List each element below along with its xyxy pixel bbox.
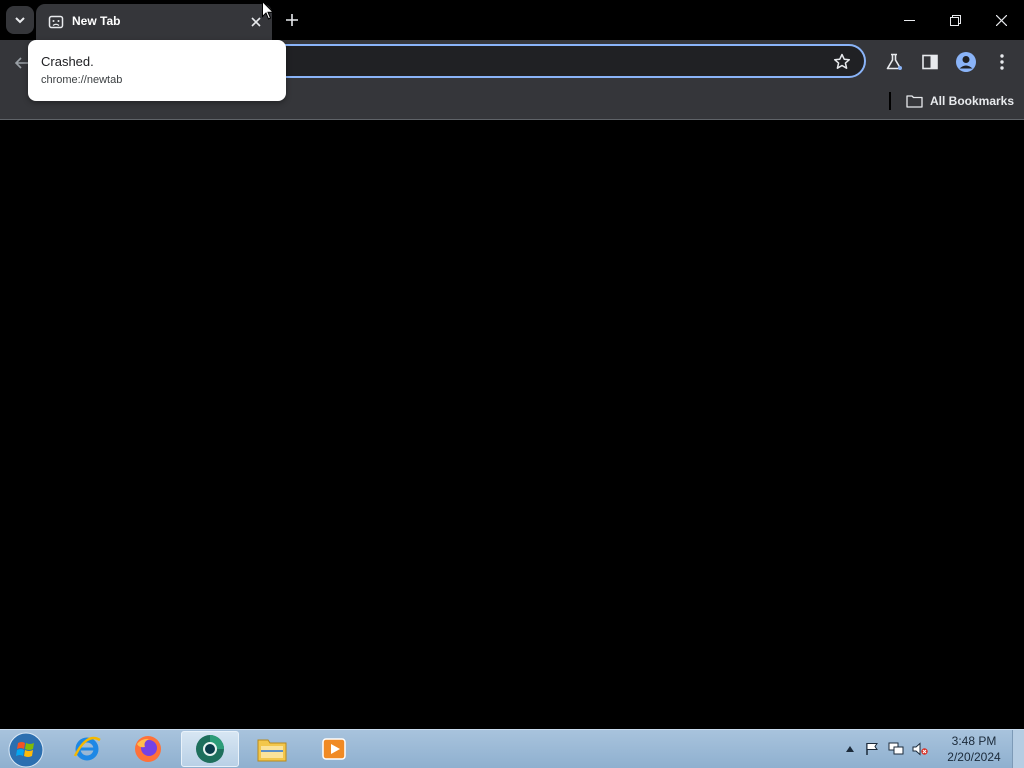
new-tab-button[interactable] — [280, 8, 304, 32]
star-icon — [833, 53, 851, 69]
crashed-tab-icon — [48, 15, 64, 29]
windows-logo-icon — [8, 732, 44, 768]
tab-title: New Tab — [72, 14, 121, 28]
media-player-icon — [322, 738, 346, 760]
volume-status[interactable] — [908, 742, 932, 756]
more-vert-icon — [1000, 54, 1004, 70]
bookmarks-separator — [889, 92, 891, 110]
flask-icon — [886, 53, 902, 70]
labs-button[interactable] — [882, 50, 906, 74]
taskbar-clock[interactable]: 3:48 PM 2/20/2024 — [940, 733, 1008, 765]
folder-icon — [257, 739, 287, 762]
window-close-button[interactable] — [978, 0, 1024, 40]
tab-search-button[interactable] — [6, 6, 34, 34]
show-desktop-button[interactable] — [1012, 730, 1024, 768]
menu-button[interactable] — [990, 50, 1014, 74]
hover-card-url: chrome://newtab — [41, 74, 123, 86]
internet-explorer-icon — [73, 736, 101, 761]
chrome-dev-icon — [196, 735, 224, 763]
side-panel-icon — [922, 54, 938, 70]
close-icon — [251, 17, 261, 27]
bookmark-star-button[interactable] — [832, 52, 852, 72]
page-content — [0, 120, 1024, 729]
taskbar-firefox[interactable] — [119, 731, 177, 767]
taskbar-chrome[interactable] — [181, 731, 239, 767]
plus-icon — [286, 14, 298, 26]
hover-card-title: Crashed. — [41, 54, 94, 69]
action-center-flag[interactable] — [860, 742, 884, 756]
all-bookmarks-button[interactable]: All Bookmarks — [906, 90, 1014, 112]
start-button[interactable] — [6, 732, 46, 768]
clock-time: 3:48 PM — [951, 734, 997, 748]
side-panel-button[interactable] — [918, 50, 942, 74]
taskbar-file-explorer[interactable] — [243, 731, 301, 767]
profile-button[interactable] — [954, 50, 978, 74]
restore-icon — [949, 14, 961, 26]
show-hidden-icons-button[interactable] — [840, 746, 860, 752]
flag-icon — [866, 743, 878, 755]
firefox-icon — [135, 736, 161, 762]
clock-date: 2/20/2024 — [947, 750, 1001, 764]
volume-muted-icon — [912, 742, 928, 756]
minimize-icon — [903, 19, 915, 21]
minimize-button[interactable] — [886, 0, 932, 40]
network-icon — [888, 742, 904, 755]
taskbar-media-player[interactable] — [305, 731, 363, 767]
taskbar-internet-explorer[interactable] — [58, 731, 116, 767]
mouse-cursor-icon — [262, 1, 274, 20]
close-icon — [995, 14, 1007, 26]
folder-icon — [906, 95, 923, 108]
all-bookmarks-label: All Bookmarks — [930, 94, 1015, 108]
system-tray — [840, 730, 932, 768]
restore-button[interactable] — [932, 0, 978, 40]
taskbar: 3:48 PM 2/20/2024 — [0, 729, 1024, 768]
avatar-icon — [956, 52, 976, 72]
tab-hover-card: Crashed. chrome://newtab — [28, 40, 286, 101]
title-bar: New Tab — [0, 0, 1024, 40]
network-status[interactable] — [884, 742, 908, 756]
browser-tab[interactable]: New Tab — [36, 4, 272, 40]
triangle-up-icon — [846, 746, 854, 752]
chevron-down-icon — [15, 17, 25, 24]
